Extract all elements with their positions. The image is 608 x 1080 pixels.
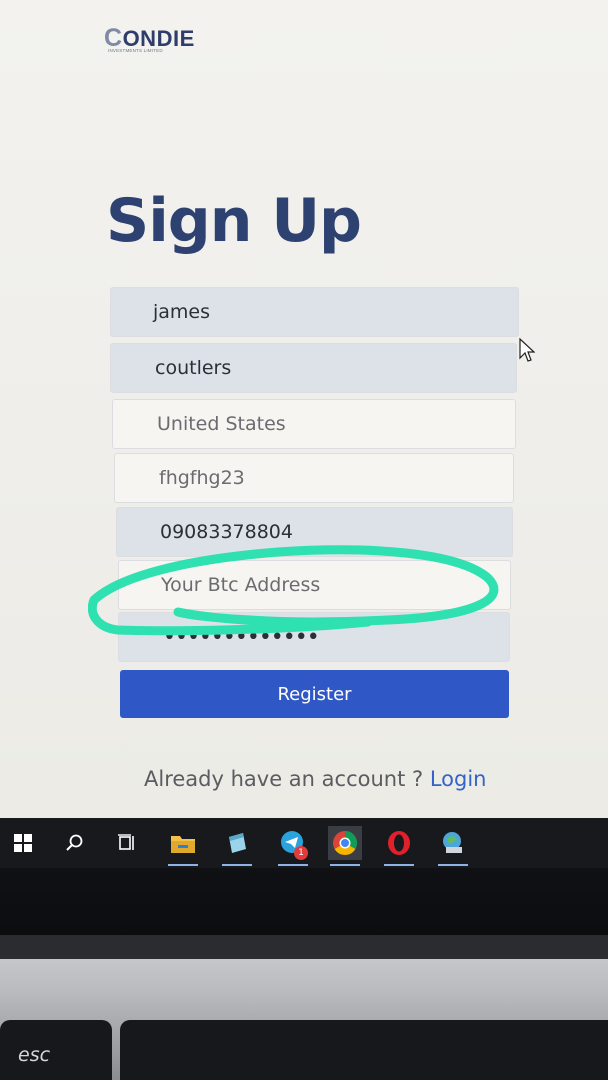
country-input[interactable]: United States	[112, 399, 516, 449]
register-label: Register	[277, 683, 352, 705]
file-explorer-indicator	[168, 864, 198, 866]
telegram-notification-badge: 1	[294, 846, 308, 860]
telegram-icon[interactable]: 1	[276, 826, 310, 866]
windows-start-icon[interactable]	[6, 826, 40, 860]
network-globe-indicator	[438, 864, 468, 866]
register-button[interactable]: Register	[120, 670, 509, 718]
laptop-hinge	[0, 935, 608, 959]
login-prompt: Already have an account ? Login	[144, 767, 486, 791]
opera-indicator	[384, 864, 414, 866]
btc-address-input[interactable]: Your Btc Address	[118, 560, 511, 610]
file-explorer-icon[interactable]	[166, 826, 200, 866]
last-name-input[interactable]: coutlers	[110, 343, 517, 393]
last-name-value: coutlers	[155, 357, 232, 379]
country-value: United States	[157, 413, 286, 435]
logo-tagline: INVESTMENTS LIMITED	[108, 48, 163, 53]
esc-key-label: esc	[18, 1044, 51, 1066]
network-globe-icon[interactable]	[436, 826, 470, 866]
phone-value: 09083378804	[160, 521, 293, 543]
first-name-value: james	[153, 301, 211, 323]
username-input[interactable]: fhgfhg23	[114, 453, 514, 503]
notepad-indicator	[222, 864, 252, 866]
username-value: fhgfhg23	[159, 467, 245, 489]
notepad-icon[interactable]	[220, 826, 254, 866]
browser-viewport: CONDIE INVESTMENTS LIMITED Sign Up james…	[0, 0, 608, 818]
phone-input[interactable]: 09083378804	[116, 507, 513, 557]
first-name-input[interactable]: james	[110, 287, 519, 337]
password-value: •••••••••••••	[163, 624, 320, 650]
btc-address-placeholder: Your Btc Address	[161, 574, 321, 596]
login-prompt-text: Already have an account ?	[144, 767, 424, 791]
opera-icon[interactable]	[382, 826, 416, 866]
telegram-indicator	[278, 864, 308, 866]
condie-logo[interactable]: CONDIE INVESTMENTS LIMITED	[104, 22, 204, 58]
esc-key	[0, 1020, 112, 1080]
windows-taskbar: 1	[0, 818, 608, 868]
search-icon[interactable]	[58, 826, 92, 860]
monitor-bezel	[0, 868, 608, 944]
mouse-cursor-icon	[519, 338, 535, 362]
function-key	[120, 1020, 608, 1080]
chrome-icon[interactable]	[328, 826, 362, 866]
task-view-icon[interactable]	[110, 826, 144, 860]
page-title: Sign Up	[106, 186, 362, 256]
password-input[interactable]: •••••••••••••	[118, 612, 510, 662]
login-link[interactable]: Login	[430, 767, 487, 791]
chrome-indicator	[330, 864, 360, 866]
